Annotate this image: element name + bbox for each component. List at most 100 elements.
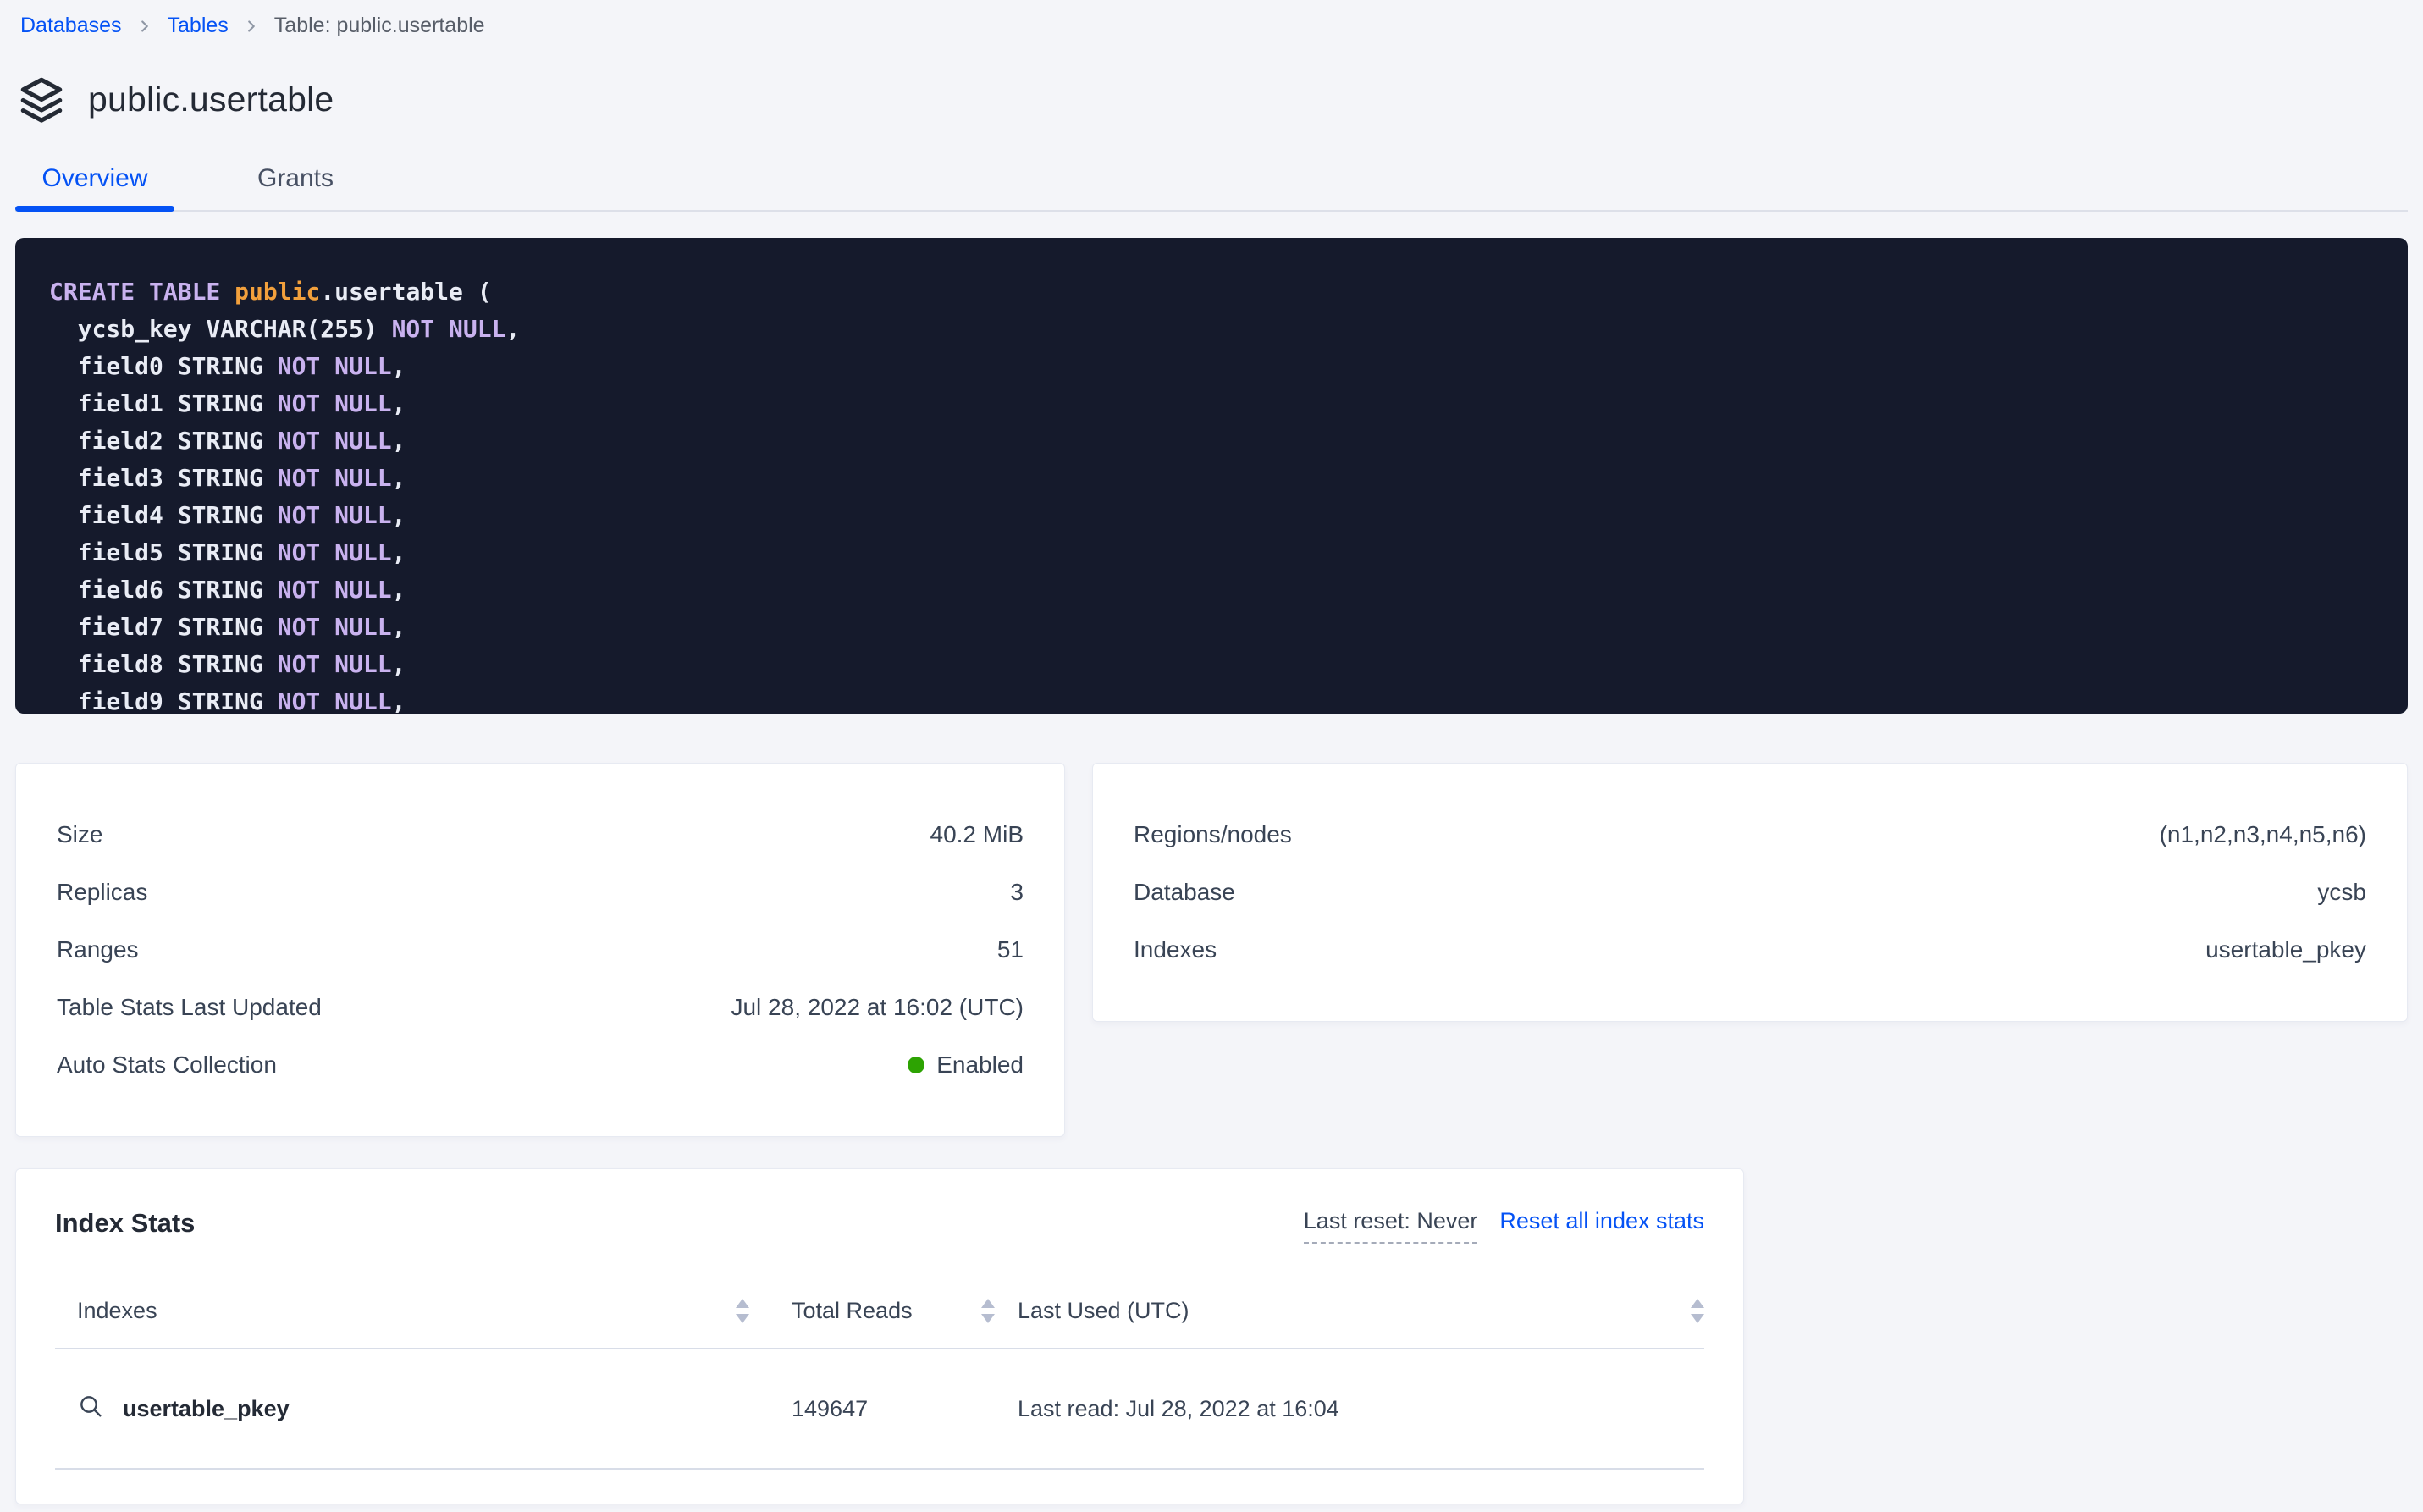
index-name-label: usertable_pkey <box>123 1396 290 1422</box>
table-details-page: Databases Tables Table: public.usertable… <box>0 0 2423 1504</box>
sql-token: field1 STRING <box>49 389 278 417</box>
status-dot-icon <box>908 1057 924 1073</box>
sql-line: CREATE TABLE public.usertable ( <box>49 273 2374 311</box>
sql-token: public <box>235 278 320 306</box>
table-meta-rows: Regions/nodes (n1,n2,n3,n4,n5,n6) Database… <box>1134 806 2366 979</box>
sql-line: field8 STRING NOT NULL, <box>49 646 2374 683</box>
index-table-row: usertable_pkey149647Last read: Jul 28, 2… <box>55 1349 1704 1470</box>
sql-token: NOT NULL <box>278 501 392 529</box>
sql-token: , <box>392 613 406 641</box>
column-header-label: Last Used (UTC) <box>1018 1298 1189 1324</box>
sql-token: , <box>392 464 406 492</box>
index-table-body: usertable_pkey149647Last read: Jul 28, 2… <box>55 1349 1704 1470</box>
breadcrumb-link-tables[interactable]: Tables <box>168 14 229 38</box>
sql-token: NOT NULL <box>278 352 392 380</box>
sql-token: , <box>392 650 406 678</box>
column-header-label: Total Reads <box>792 1298 913 1324</box>
sql-token: ycsb_key VARCHAR(255) <box>49 315 392 343</box>
index-stats-header: Index Stats Last reset: Never Reset all … <box>55 1208 1704 1244</box>
sort-arrows-icon <box>1691 1299 1704 1323</box>
sql-token: , <box>392 538 406 566</box>
sql-line: field4 STRING NOT NULL, <box>49 497 2374 534</box>
stack-icon <box>17 74 66 124</box>
sql-line: field9 STRING NOT NULL, <box>49 683 2374 714</box>
sql-token: field5 STRING <box>49 538 278 566</box>
column-header-total-reads[interactable]: Total Reads <box>749 1298 995 1324</box>
sql-token: field7 STRING <box>49 613 278 641</box>
breadcrumb: Databases Tables Table: public.usertable <box>15 0 2408 38</box>
sql-token: NOT NULL <box>278 687 392 714</box>
column-header-indexes[interactable]: Indexes <box>55 1298 749 1324</box>
tab-grants[interactable]: Grants <box>235 164 356 210</box>
detail-label: Ranges <box>57 936 139 963</box>
sort-arrows-icon <box>736 1299 749 1323</box>
sql-line: field0 STRING NOT NULL, <box>49 348 2374 385</box>
detail-label: Regions/nodes <box>1134 821 1292 848</box>
sql-line: field7 STRING NOT NULL, <box>49 609 2374 646</box>
detail-value: usertable_pkey <box>2205 936 2366 963</box>
create-table-statement[interactable]: CREATE TABLE public.usertable ( ycsb_key… <box>15 238 2408 714</box>
detail-row: Regions/nodes (n1,n2,n3,n4,n5,n6) <box>1134 806 2366 864</box>
sql-token: , <box>505 315 520 343</box>
sql-line: field1 STRING NOT NULL, <box>49 385 2374 422</box>
sql-token: NOT NULL <box>278 464 392 492</box>
detail-value: Jul 28, 2022 at 16:02 (UTC) <box>731 994 1024 1021</box>
detail-label: Replicas <box>57 879 147 906</box>
page-header: public.usertable <box>15 74 2408 124</box>
detail-value: 3 <box>1010 879 1024 906</box>
sql-token: NOT NULL <box>278 427 392 455</box>
chevron-right-icon <box>242 17 261 36</box>
detail-value: ycsb <box>2317 879 2366 906</box>
column-header-last-used-utc[interactable]: Last Used (UTC) <box>995 1298 1704 1324</box>
detail-value: 51 <box>997 936 1024 963</box>
sql-line: field5 STRING NOT NULL, <box>49 534 2374 571</box>
sql-code: CREATE TABLE public.usertable ( ycsb_key… <box>49 273 2374 714</box>
detail-value: Enabled <box>908 1051 1024 1079</box>
detail-label: Indexes <box>1134 936 1217 963</box>
sql-token: NOT NULL <box>392 315 506 343</box>
detail-row: Size40.2 MiB <box>57 806 1024 864</box>
sql-token: .usertable ( <box>320 278 491 306</box>
details-section: Size40.2 MiB Replicas 3 Ranges 51 Table Stats… <box>15 763 2408 1137</box>
sql-token: NOT NULL <box>278 576 392 604</box>
sql-token: , <box>392 427 406 455</box>
sql-token: NOT NULL <box>278 613 392 641</box>
breadcrumb-current: Table: public.usertable <box>274 14 485 38</box>
detail-label: Auto Stats Collection <box>57 1051 277 1079</box>
sql-line: field2 STRING NOT NULL, <box>49 422 2374 460</box>
reset-all-index-stats-link[interactable]: Reset all index stats <box>1499 1208 1704 1234</box>
detail-value: (n1,n2,n3,n4,n5,n6) <box>2160 821 2366 848</box>
sort-arrows-icon <box>981 1299 995 1323</box>
sql-token: , <box>392 501 406 529</box>
detail-label: Table Stats Last Updated <box>57 994 322 1021</box>
sql-token: field0 STRING <box>49 352 278 380</box>
detail-row: Table Stats Last Updated Jul 28, 2022 at … <box>57 979 1024 1036</box>
chevron-right-icon <box>135 17 154 36</box>
detail-row: Databaseycsb <box>1134 864 2366 921</box>
index-stats-title: Index Stats <box>55 1208 195 1239</box>
index-name-link[interactable]: usertable_pkey <box>55 1393 749 1426</box>
column-header-label: Indexes <box>77 1298 157 1324</box>
sql-token: , <box>392 687 406 714</box>
last-reset-label: Last reset: Never <box>1304 1208 1478 1244</box>
sql-token: NOT NULL <box>278 650 392 678</box>
index-table-header: Indexes Total Reads Last Used (UTC) <box>55 1298 1704 1349</box>
sql-token: field3 STRING <box>49 464 278 492</box>
last-used-value: Last read: Jul 28, 2022 at 16:04 <box>995 1396 1704 1422</box>
magnifier-icon <box>77 1393 104 1426</box>
index-stats-card: Index Stats Last reset: Never Reset all … <box>15 1168 1744 1504</box>
sql-token: CREATE TABLE <box>49 278 235 306</box>
table-details-card: Size40.2 MiB Replicas 3 Ranges 51 Table Stats… <box>15 763 1065 1137</box>
tab-overview[interactable]: Overview <box>15 164 174 210</box>
detail-label: Size <box>57 821 102 848</box>
tab-bar: Overview Grants <box>15 164 2408 212</box>
sql-line: ycsb_key VARCHAR(255) NOT NULL, <box>49 311 2374 348</box>
detail-row: Indexes usertable_pkey <box>1134 921 2366 979</box>
breadcrumb-link-databases[interactable]: Databases <box>20 14 122 38</box>
sql-line: field3 STRING NOT NULL, <box>49 460 2374 497</box>
sql-token: field2 STRING <box>49 427 278 455</box>
sql-token: field4 STRING <box>49 501 278 529</box>
sql-token: field8 STRING <box>49 650 278 678</box>
sql-token: field6 STRING <box>49 576 278 604</box>
table-details-rows: Size40.2 MiB Replicas 3 Ranges 51 Table Stats… <box>57 806 1024 1094</box>
